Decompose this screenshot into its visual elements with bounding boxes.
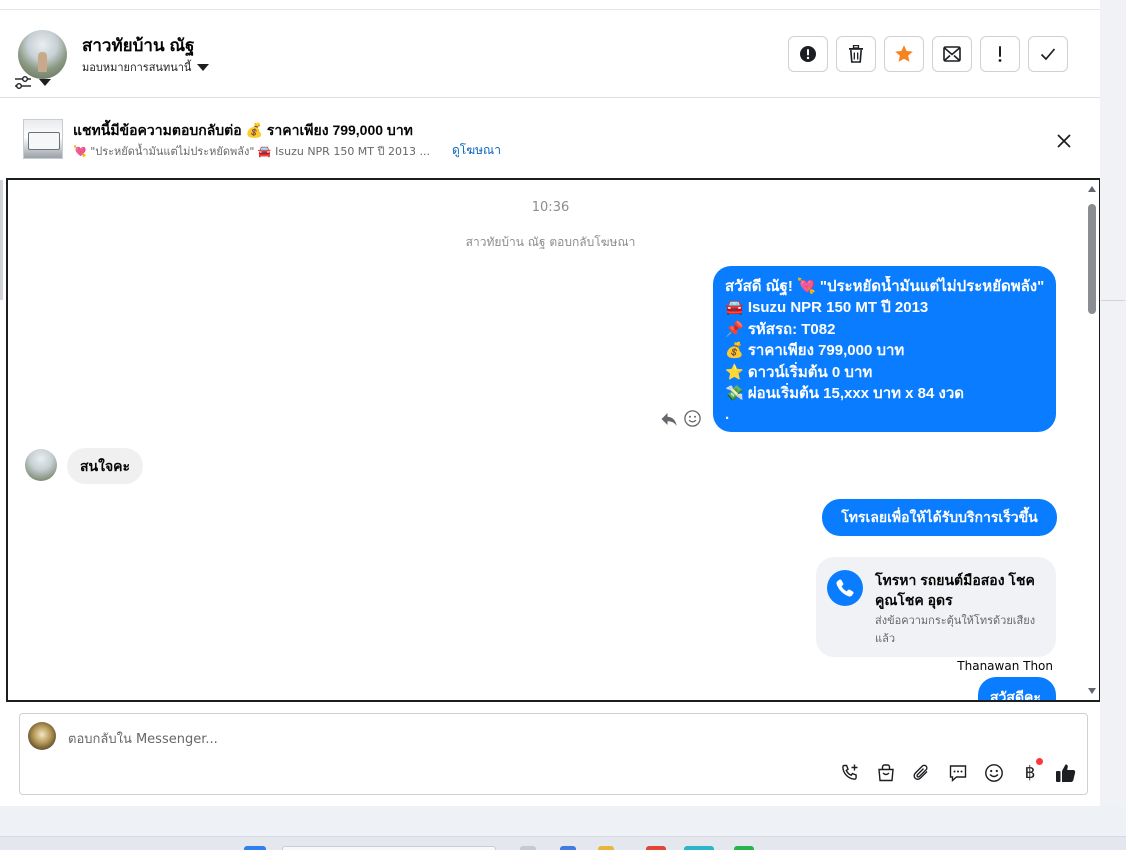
call-card-subtitle: ส่งข้อความกระตุ้นให้โทรด้วยเสียงแล้ว — [875, 614, 1036, 645]
os-taskbar — [0, 836, 1126, 850]
inbox-app: สาวทัยบ้าน ณัฐ มอบหมายการสนทนานี้ แชทนี้… — [0, 0, 1101, 806]
react-emoji-icon[interactable] — [684, 410, 701, 427]
mark-unread-button[interactable] — [932, 36, 972, 72]
message-line: สวัสดี ณัฐ! 💘 "ประหยัดน้ำมันแต่ไม่ประหยั… — [725, 278, 1044, 295]
call-request-card[interactable]: โทรหา รถยนต์มือสอง โชคคูณโชค อุดร ส่งข้อ… — [816, 557, 1056, 657]
shopping-bag-icon — [878, 764, 894, 782]
message-hover-tools — [660, 410, 701, 427]
view-ad-link[interactable]: ดูโฆษณา — [452, 141, 501, 160]
page-avatar — [28, 722, 56, 750]
exclamation-icon — [998, 46, 1002, 62]
outgoing-message-bubble[interactable]: สวัสดี ณัฐ! 💘 "ประหยัดน้ำมันแต่ไม่ประหยั… — [713, 266, 1056, 432]
check-icon — [1040, 48, 1056, 61]
message-line: ⭐ ดาวน์เริ่มต้น 0 บาท — [725, 363, 873, 381]
taskbar-app-icon[interactable] — [684, 846, 714, 850]
outgoing-message-bubble[interactable]: โทรเลยเพื่อให้ได้รับบริการเร็วขึ้น — [822, 499, 1057, 536]
taskbar-app-icon[interactable] — [598, 846, 614, 850]
composer-toolbar: ฿ — [838, 758, 1078, 785]
emoji-icon — [985, 764, 1003, 782]
phone-icon — [827, 570, 863, 606]
message-line: 📌 รหัสรถ: T082 — [725, 320, 836, 338]
baht-icon: ฿ — [1024, 763, 1036, 782]
message-line: 💸 ผ่อนเริ่มต้น 15,xxx บาท x 84 งวด — [725, 385, 965, 403]
window-edge — [1100, 0, 1126, 806]
mark-spam-button[interactable] — [980, 36, 1020, 72]
ad-reply-note: สาวทัยบ้าน ณัฐ ตอบกลับโฆษณา — [465, 235, 636, 249]
shop-button[interactable] — [874, 761, 898, 785]
call-add-icon — [842, 764, 858, 780]
taskbar-app-icon[interactable] — [520, 846, 536, 850]
scroll-down-arrow-icon[interactable] — [1088, 688, 1096, 694]
mark-unread-icon — [943, 46, 961, 62]
emoji-button[interactable] — [982, 761, 1006, 785]
like-button[interactable] — [1054, 761, 1078, 785]
paperclip-icon — [913, 764, 928, 780]
desktop-background — [0, 806, 1126, 836]
star-button[interactable] — [884, 36, 924, 72]
scrollbar-thumb[interactable] — [1088, 204, 1096, 314]
assign-label: มอบหมายการสนทนานี้ — [82, 61, 192, 74]
filter-sliders-icon[interactable] — [14, 76, 32, 90]
scroll-up-arrow-icon[interactable] — [1088, 186, 1096, 192]
star-icon — [895, 45, 913, 62]
alert-circle-icon — [800, 46, 816, 62]
message-line: . — [725, 406, 730, 424]
close-banner-button[interactable] — [1051, 129, 1077, 153]
ad-subtitle: 💘 "ประหยัดน้ำมันแต่ไม่ประหยัดพลัง" 🚘 Isu… — [73, 145, 430, 158]
saved-replies-button[interactable] — [946, 761, 970, 785]
payment-button[interactable]: ฿ — [1018, 758, 1043, 785]
message-line: 💰 ราคาเพียง 799,000 บาท — [725, 342, 905, 360]
call-card-title: โทรหา รถยนต์มือสอง โชคคูณโชค อุดร — [875, 572, 1035, 608]
taskbar-app-icon[interactable] — [646, 846, 666, 850]
mark-done-button[interactable] — [1028, 36, 1068, 72]
trash-icon — [849, 45, 863, 63]
contact-avatar-small — [25, 449, 57, 481]
assign-conversation-dropdown[interactable]: มอบหมายการสนทนานี้ — [82, 58, 210, 76]
composer-input[interactable]: ตอบกลับใน Messenger... — [68, 728, 218, 749]
saved-reply-icon — [949, 765, 967, 783]
close-icon — [1057, 134, 1071, 148]
conversation-header: สาวทัยบ้าน ณัฐ มอบหมายการสนทนานี้ — [0, 10, 1100, 98]
ad-thumbnail[interactable] — [23, 119, 63, 159]
taskbar-search[interactable] — [282, 846, 496, 850]
ad-reply-banner: แชทนี้มีข้อความตอบกลับต่อ 💰 ราคาเพียง 79… — [0, 99, 1100, 177]
chevron-down-icon — [197, 63, 210, 71]
message-timestamp: 10:36 — [531, 200, 570, 215]
contact-avatar[interactable] — [18, 30, 67, 79]
thumbs-up-icon — [1056, 764, 1076, 782]
call-button[interactable] — [838, 761, 862, 785]
thread-scrollbar[interactable] — [1087, 184, 1097, 696]
message-composer[interactable]: ตอบกลับใน Messenger... ฿ — [19, 713, 1088, 795]
taskbar-app-icon[interactable] — [560, 846, 576, 850]
report-button[interactable] — [788, 36, 828, 72]
notification-dot — [1036, 758, 1043, 765]
taskbar-app-icon[interactable] — [734, 846, 754, 850]
panel-resize-handle[interactable] — [0, 180, 3, 300]
filter-chevron-down-icon[interactable] — [39, 79, 51, 86]
outgoing-message-bubble[interactable]: สวัสดีคะ — [978, 677, 1056, 700]
sender-name: Thanawan Thon — [957, 659, 1053, 673]
reply-icon[interactable] — [660, 411, 678, 427]
delete-button[interactable] — [836, 36, 876, 72]
message-line: 🚘 Isuzu NPR 150 MT ปี 2013 — [725, 299, 929, 317]
header-actions — [788, 36, 1068, 72]
ad-title: แชทนี้มีข้อความตอบกลับต่อ 💰 ราคาเพียง 79… — [73, 122, 413, 138]
attach-button[interactable] — [910, 761, 934, 785]
incoming-message-bubble[interactable]: สนใจคะ — [67, 448, 144, 484]
start-button[interactable] — [244, 846, 266, 850]
message-thread[interactable]: 10:36 สาวทัยบ้าน ณัฐ ตอบกลับโฆษณา สวัสดี… — [6, 178, 1101, 702]
contact-name: สาวทัยบ้าน ณัฐ — [82, 36, 195, 55]
